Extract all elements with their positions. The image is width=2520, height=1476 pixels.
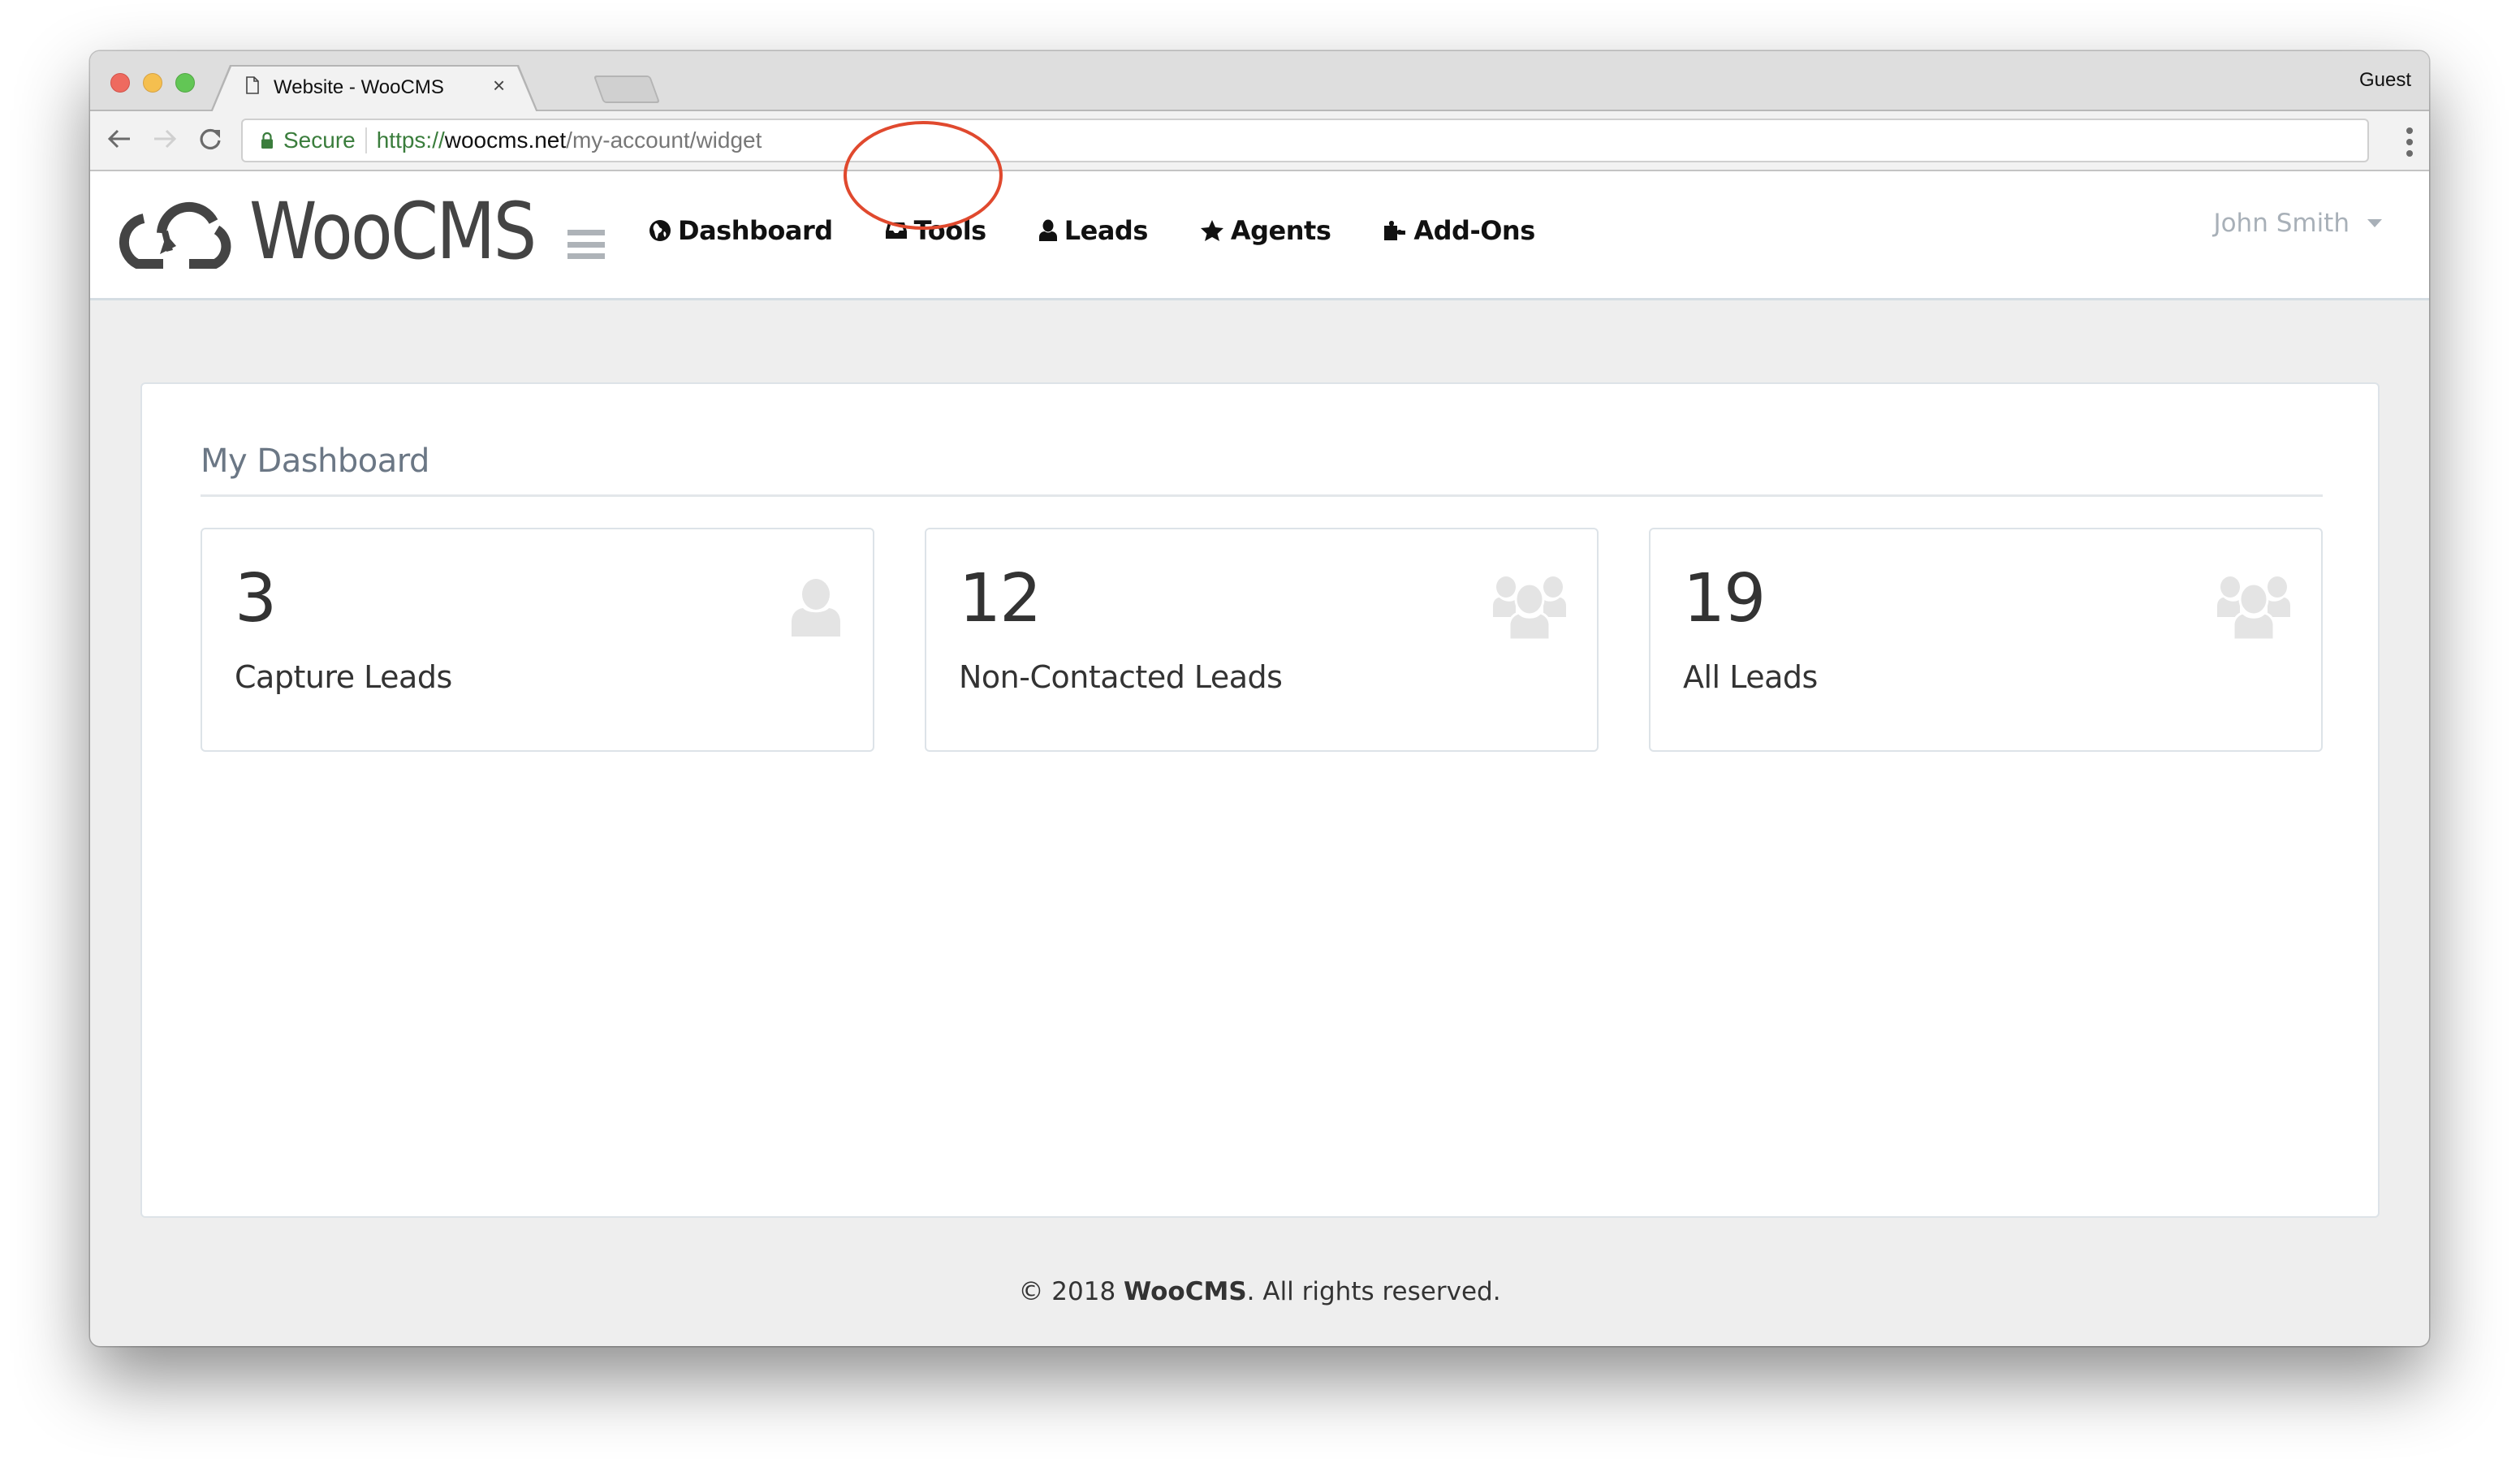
footer: © 2018 WooCMS. All rights reserved. xyxy=(90,1277,2429,1306)
reload-icon xyxy=(200,128,221,150)
site-header: WooCMS Dashboard Tools Leads Agents Add-… xyxy=(90,171,2429,300)
hamburger-line xyxy=(567,253,605,259)
main-nav: Dashboard Tools Leads Agents Add-Ons xyxy=(649,215,1587,246)
star-icon xyxy=(1200,220,1223,241)
nav-tools-label: Tools xyxy=(913,215,987,246)
nav-dashboard-label: Dashboard xyxy=(678,215,833,246)
footer-rights: . All rights reserved. xyxy=(1246,1277,1501,1306)
arrow-left-icon xyxy=(107,129,130,149)
globe-icon xyxy=(649,220,671,241)
users-icon xyxy=(1493,576,1566,640)
stat-label: All Leads xyxy=(1683,659,1818,695)
browser-window: Website - WooCMS × Guest Secure https://… xyxy=(90,51,2429,1346)
secure-label: Secure xyxy=(283,127,356,153)
omnibox-separator xyxy=(365,127,367,153)
caret-down-icon xyxy=(2367,219,2382,227)
dot xyxy=(2406,139,2413,145)
nav-agents-label: Agents xyxy=(1230,215,1331,246)
tab-strip: Website - WooCMS × Guest xyxy=(90,51,2429,113)
lock-icon xyxy=(261,132,273,149)
url-scheme: https:// xyxy=(376,127,445,153)
address-bar[interactable]: Secure https://woocms.net/my-account/wid… xyxy=(241,119,2369,162)
minimize-window-button[interactable] xyxy=(143,73,162,93)
window-controls xyxy=(110,73,195,93)
user-icon xyxy=(792,579,840,637)
nav-tools[interactable]: Tools xyxy=(885,215,986,246)
inbox-icon xyxy=(885,222,907,239)
dashboard-panel: My Dashboard 3 Capture Leads 12 Non-Cont… xyxy=(140,382,2380,1218)
url-host: woocms.net xyxy=(444,127,567,153)
logo-text: WooCMS xyxy=(249,186,537,277)
user-icon xyxy=(1038,219,1057,241)
nav-leads-label: Leads xyxy=(1064,215,1149,246)
profile-label[interactable]: Guest xyxy=(2359,69,2411,92)
nav-leads[interactable]: Leads xyxy=(1038,215,1148,246)
nav-dashboard[interactable]: Dashboard xyxy=(649,215,833,246)
footer-brand: WooCMS xyxy=(1124,1277,1247,1306)
title-divider xyxy=(201,494,2323,497)
stat-value: 12 xyxy=(959,560,1042,637)
back-button[interactable] xyxy=(103,123,136,155)
page-title: My Dashboard xyxy=(201,442,429,480)
stat-label: Capture Leads xyxy=(235,659,452,695)
stat-card-all-leads[interactable]: 19 All Leads xyxy=(1649,528,2323,752)
reload-button[interactable] xyxy=(194,123,227,155)
site-logo[interactable]: WooCMS xyxy=(113,192,574,270)
user-menu[interactable]: John Smith xyxy=(2213,209,2382,238)
nav-agents[interactable]: Agents xyxy=(1200,215,1331,246)
nav-add-ons[interactable]: Add-Ons xyxy=(1383,215,1535,246)
dot xyxy=(2406,150,2413,157)
maximize-window-button[interactable] xyxy=(175,73,195,93)
stat-value: 19 xyxy=(1683,560,1766,637)
hamburger-line xyxy=(567,230,605,235)
users-icon xyxy=(2217,576,2290,640)
user-name: John Smith xyxy=(2213,209,2350,238)
stat-label: Non-Contacted Leads xyxy=(959,659,1283,695)
close-tab-icon[interactable]: × xyxy=(493,73,505,98)
page-icon xyxy=(246,76,259,94)
browser-toolbar: Secure https://woocms.net/my-account/wid… xyxy=(90,111,2429,171)
forward-button[interactable] xyxy=(149,123,181,155)
stat-value: 3 xyxy=(235,560,277,637)
sidebar-toggle-button[interactable] xyxy=(567,230,605,259)
browser-tab[interactable]: Website - WooCMS × xyxy=(212,67,537,113)
browser-menu-button[interactable] xyxy=(2405,127,2414,157)
nav-add-ons-label: Add-Ons xyxy=(1413,215,1535,246)
close-window-button[interactable] xyxy=(110,73,130,93)
url-path: /my-account/widget xyxy=(566,127,762,153)
dot xyxy=(2406,127,2413,134)
footer-copyright: © 2018 xyxy=(1018,1277,1124,1306)
puzzle-icon xyxy=(1384,221,1406,240)
arrow-right-icon xyxy=(154,129,177,149)
new-tab-button[interactable] xyxy=(593,76,661,103)
stat-card-capture-leads[interactable]: 3 Capture Leads xyxy=(201,528,874,752)
cloud-logo-icon xyxy=(119,201,231,269)
tab-title: Website - WooCMS xyxy=(274,76,444,98)
hamburger-line xyxy=(567,241,605,248)
stat-card-non-contacted-leads[interactable]: 12 Non-Contacted Leads xyxy=(925,528,1599,752)
